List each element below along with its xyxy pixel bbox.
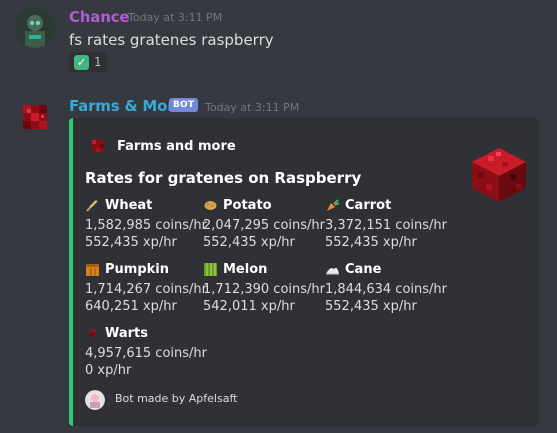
field-xp: 542,011 xp/hr xyxy=(203,299,295,314)
field-name: Cane xyxy=(345,262,382,277)
bot-avatar[interactable] xyxy=(15,97,55,137)
reaction[interactable]: ✓ 1 xyxy=(69,52,107,72)
user-avatar[interactable] xyxy=(15,8,55,48)
bot-tag: BOT xyxy=(169,98,199,112)
field-coins: 4,957,615 coins/hr xyxy=(85,346,207,361)
check-mark-icon: ✓ xyxy=(74,54,89,70)
field-name: Wheat xyxy=(105,198,153,213)
embed-title: Rates for gratenes on Raspberry xyxy=(85,169,362,187)
nether-wart-block-thumbnail xyxy=(468,144,530,206)
field-xp: 0 xp/hr xyxy=(85,363,132,378)
field-xp: 552,435 xp/hr xyxy=(85,235,177,250)
field-coins: 2,047,295 coins/hr xyxy=(203,218,325,233)
field-xp: 552,435 xp/hr xyxy=(325,299,417,314)
embed-footer: Bot made by Apfelsaft xyxy=(115,392,238,405)
field-xp: 552,435 xp/hr xyxy=(325,235,417,250)
message-chance: Chance Today at 3:11 PM fs rates gratene… xyxy=(0,0,557,80)
message-content: fs rates gratenes raspberry xyxy=(69,31,274,49)
embed-card: Farms and more Rates for gratenes on Ras… xyxy=(69,118,539,426)
field-name: Pumpkin xyxy=(105,262,169,277)
username[interactable]: Chance xyxy=(69,8,130,26)
timestamp: Today at 3:11 PM xyxy=(128,11,223,24)
field-coins: 1,712,390 coins/hr xyxy=(203,282,325,297)
field-name: Carrot xyxy=(345,198,392,213)
embed-author: Farms and more xyxy=(117,139,236,154)
field-name: Potato xyxy=(223,198,272,213)
field-name: Warts xyxy=(105,326,149,341)
nether-wart-block-icon xyxy=(89,137,107,155)
field-xp: 640,251 xp/hr xyxy=(85,299,177,314)
field-xp: 552,435 xp/hr xyxy=(203,235,295,250)
field-name: Melon xyxy=(223,262,268,277)
reaction-count: 1 xyxy=(94,55,102,69)
bot-username[interactable]: Farms & More xyxy=(69,97,185,115)
field-coins: 3,372,151 coins/hr xyxy=(325,218,447,233)
field-coins: 1,844,634 coins/hr xyxy=(325,282,447,297)
footer-avatar-icon xyxy=(85,390,105,410)
field-coins: 1,714,267 coins/hr xyxy=(85,282,207,297)
timestamp: Today at 3:11 PM xyxy=(205,101,300,114)
field-coins: 1,582,985 coins/hr xyxy=(85,218,207,233)
